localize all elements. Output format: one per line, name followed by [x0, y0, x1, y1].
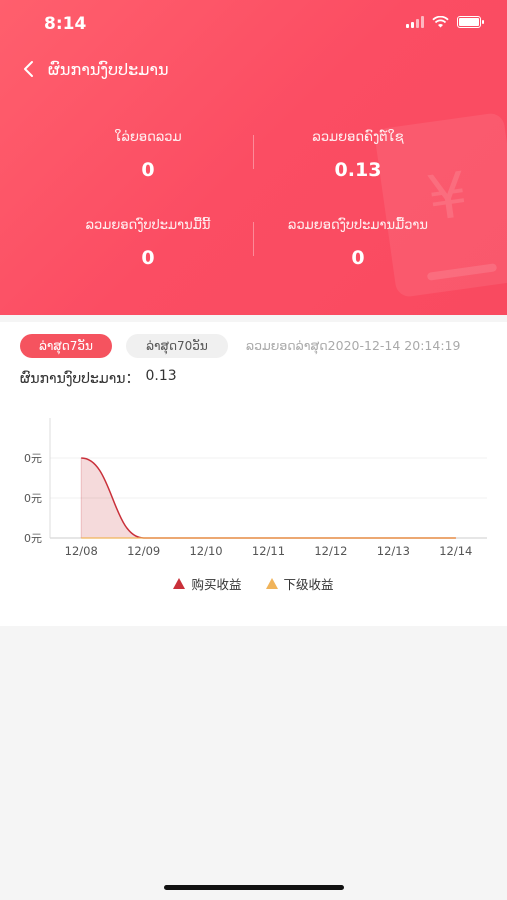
back-arrow-icon[interactable] [22, 56, 44, 82]
stat-today-budget: ລວມຍອດງົບປະມານມື້ນີ້ 0 [48, 218, 248, 269]
last-update-time: ລວມຍອດລ່າສຸດ2020-12-14 20:14:19 [246, 338, 461, 353]
legend-item-purchase[interactable]: 购买收益 [173, 574, 242, 593]
x-tick-label: 12/12 [314, 544, 347, 558]
tab-last-70-days[interactable]: ລ່າສຸດ70ວັນ [126, 334, 228, 358]
x-tick-label: 12/08 [65, 544, 98, 558]
x-tick-label: 12/09 [127, 544, 160, 558]
status-bar: 8:14 [0, 0, 507, 46]
wifi-icon [432, 16, 449, 28]
tab-last-7-days[interactable]: ລ່າສຸດ7ວັນ [20, 334, 112, 358]
stat-total-available: ລວມຍອດຄົງຕ໌ໃຊ 0.13 [258, 130, 458, 181]
stat-value: 0 [141, 247, 155, 269]
x-tick-label: 12/13 [377, 544, 410, 558]
yellow-triangle-icon [265, 578, 278, 589]
cellular-signal-icon [406, 16, 424, 28]
status-icons [406, 16, 484, 28]
summary-header: ¥ 8:14 ຜົນການງົບປະມານ ໃລ່ຍອດລວມ 0 ລວມຍອດ… [0, 0, 507, 315]
legend-item-subordinate[interactable]: 下级收益 [265, 574, 334, 593]
battery-icon [457, 16, 484, 28]
stat-label: ລວມຍອດຄົງຕ໌ໃຊ [312, 130, 404, 145]
stat-label: ໃລ່ຍອດລວມ [114, 130, 182, 145]
stat-yesterday-budget: ລວມຍອດງົບປະມານມື້ວານ 0 [258, 218, 458, 269]
legend-label: 下级收益 [283, 577, 334, 592]
x-tick-label: 12/10 [189, 544, 222, 558]
income-label: ຜົນການງົບປະມານ： [20, 371, 140, 387]
red-triangle-icon [173, 578, 186, 589]
stat-value: 0 [351, 247, 365, 269]
income-chart: 0元 0元 0元 12/08 12/09 12/10 12/11 12/12 12/13 12/1… [24, 418, 487, 558]
y-tick-label: 0元 [24, 532, 42, 545]
income-summary: ຜົນການງົບປະມານ： 0.13 [20, 368, 177, 388]
stat-value: 0 [141, 159, 155, 181]
status-time: 8:14 [44, 14, 87, 34]
x-tick-label: 12/14 [439, 544, 472, 558]
stat-total-balance: ໃລ່ຍອດລວມ 0 [48, 130, 248, 181]
chart-card: ລ່າສຸດ7ວັນ ລ່າສຸດ70ວັນ ລວມຍອດລ່າສຸດ2020-… [0, 322, 507, 626]
legend-label: 购买收益 [191, 577, 242, 592]
income-value: 0.13 [145, 368, 177, 384]
chart-legend: 购买收益 下级收益 [0, 574, 507, 593]
nav-bar: ຜົນການງົບປະມານ [22, 56, 169, 82]
divider [253, 135, 254, 169]
stat-value: 0.13 [334, 159, 382, 181]
y-tick-label: 0元 [24, 492, 42, 505]
stat-label: ລວມຍອດງົບປະມານມື້ວານ [288, 218, 428, 233]
divider [253, 222, 254, 256]
home-indicator [164, 885, 344, 890]
page-title: ຜົນການງົບປະມານ [48, 59, 169, 79]
y-tick-label: 0元 [24, 452, 42, 465]
stat-label: ລວມຍອດງົບປະມານມື້ນີ້ [85, 218, 211, 233]
x-tick-label: 12/11 [252, 544, 285, 558]
